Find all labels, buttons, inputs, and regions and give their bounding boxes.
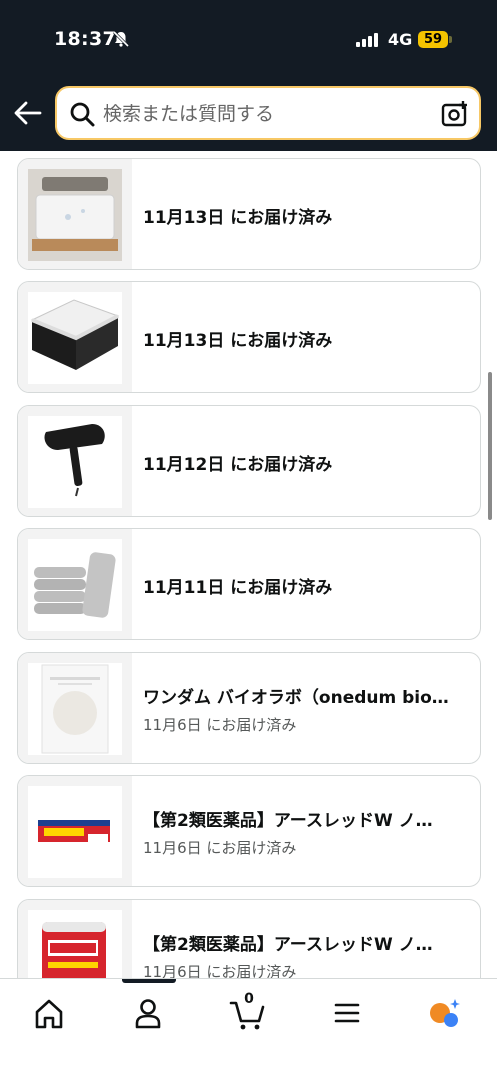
- search-input[interactable]: [103, 97, 423, 131]
- product-title: 【第2類医薬品】アースレッドW ノ…: [143, 811, 433, 831]
- order-card[interactable]: 【第2類医薬品】アースレッドW ノ… 11月6日 にお届け済み: [17, 775, 481, 887]
- order-card[interactable]: 【第2類医薬品】アースレッドW ノ… 11月6日 にお届け済み: [17, 899, 481, 978]
- camera-search-icon[interactable]: [441, 100, 469, 128]
- product-thumbnail: [18, 529, 132, 639]
- product-thumbnail: [18, 900, 132, 978]
- back-arrow-icon[interactable]: [13, 100, 43, 126]
- app-header: 18:37 4G 59: [0, 0, 497, 151]
- active-tab-indicator: [122, 979, 176, 983]
- menu-icon[interactable]: [327, 993, 367, 1033]
- product-thumbnail: [18, 159, 132, 269]
- order-card[interactable]: 11月12日 にお届け済み: [17, 405, 481, 517]
- signal-icon: [356, 33, 378, 47]
- rufus-icon[interactable]: [424, 993, 464, 1033]
- delivery-status: 11月6日 にお届け済み: [143, 716, 297, 734]
- battery-level: 59: [418, 31, 448, 48]
- order-card[interactable]: ワンダム バイオラボ（onedum bio… 11月6日 にお届け済み: [17, 652, 481, 764]
- product-thumbnail: [18, 653, 132, 763]
- delivery-status: 11月6日 にお届け済み: [143, 963, 297, 978]
- product-thumbnail: [18, 776, 132, 886]
- network-type: 4G: [388, 30, 413, 49]
- order-list: 11月13日 にお届け済み 11月13日 にお届け済み 11月12日 にお届け済…: [0, 151, 497, 978]
- product-title: ワンダム バイオラボ（onedum bio…: [143, 688, 449, 708]
- scrollbar[interactable]: [488, 372, 492, 520]
- order-card[interactable]: 11月13日 にお届け済み: [17, 281, 481, 393]
- cart-button[interactable]: 0: [228, 991, 268, 1033]
- search-bar[interactable]: [55, 86, 481, 140]
- order-card[interactable]: 11月11日 にお届け済み: [17, 528, 481, 640]
- delivery-status: 11月11日 にお届け済み: [143, 578, 333, 598]
- delivery-status: 11月13日 にお届け済み: [143, 331, 333, 351]
- status-time: 18:37: [54, 28, 116, 50]
- bottom-nav: 0: [0, 978, 497, 1080]
- delivery-status: 11月13日 にお届け済み: [143, 208, 333, 228]
- product-title: 【第2類医薬品】アースレッドW ノ…: [143, 935, 433, 955]
- account-icon[interactable]: [128, 993, 168, 1033]
- product-thumbnail: [18, 406, 132, 516]
- bell-muted-icon: [112, 30, 130, 48]
- product-thumbnail: [18, 282, 132, 392]
- order-card[interactable]: 11月13日 にお届け済み: [17, 158, 481, 270]
- search-icon: [70, 102, 95, 127]
- battery-tip: [449, 36, 452, 43]
- cart-count: 0: [244, 991, 254, 1007]
- status-bar: 18:37 4G 59: [0, 0, 497, 80]
- delivery-status: 11月12日 にお届け済み: [143, 455, 333, 475]
- home-icon[interactable]: [29, 993, 69, 1033]
- delivery-status: 11月6日 にお届け済み: [143, 839, 297, 857]
